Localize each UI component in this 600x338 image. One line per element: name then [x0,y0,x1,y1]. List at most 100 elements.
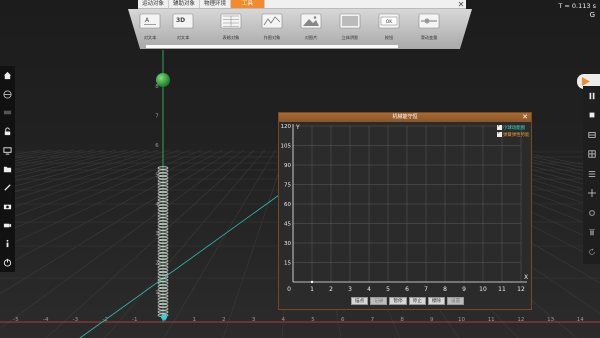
x-axis-tick-label: 9 [430,317,434,323]
x-axis-tick-label: 1 [192,317,196,323]
right-toolbar-button[interactable] [583,86,600,106]
y-tick-label: 60 [284,202,291,208]
folder-icon [3,166,12,172]
y-axis-tick-label: 6 [155,143,159,149]
left-toolbar-button[interactable] [0,235,15,254]
ok-button-icon: OK [378,13,400,29]
y-tick-label: 45 [284,222,291,228]
green-ball[interactable] [156,73,170,87]
x-tick-label: 12 [517,286,525,293]
x-tick-label: 4 [367,286,371,293]
right-toolbar-button[interactable] [583,223,600,243]
ribbon-item-label: 作图对象 [263,35,281,40]
stop-icon [589,112,594,118]
ribbon-item-4[interactable]: 对图片 [292,13,330,41]
x-tick-label: 2 [329,286,333,293]
layers-icon [3,111,12,115]
settings-icon [588,209,595,216]
y-axis-tick-label: 7 [155,114,159,120]
ribbon-item-1[interactable]: 3D 对文本 [164,13,202,41]
camera-icon [3,204,12,210]
ribbon-scrollbar[interactable] [146,45,398,48]
close-icon[interactable]: ✕ [522,113,528,122]
x-tick-label: 7 [424,286,428,293]
x-tick-label: 6 [405,286,409,293]
shadow-box-icon [339,13,361,29]
graph-button[interactable]: 描点 [351,297,369,305]
close-icon[interactable]: ✕ [456,0,466,9]
ribbon-item-5[interactable]: 立体阴影 [331,13,369,41]
video-icon [3,223,12,228]
x-axis-tick-label: 11 [488,317,495,323]
left-toolbar-button[interactable] [0,160,15,179]
text-box-icon: A [139,13,161,29]
ribbon-item-2[interactable]: 表格对象 [212,13,250,41]
x-axis-tick-label: 10 [458,317,465,323]
x-axis-tick-label: 7 [371,317,375,323]
graph-button[interactable]: 暂停 [389,297,407,305]
x-tick-label: 11 [498,286,506,293]
left-toolbar-button[interactable] [0,66,15,85]
right-toolbar-button[interactable] [583,242,600,262]
ribbon-item-label: 按钮 [384,35,394,40]
left-toolbar-button[interactable] [0,141,15,160]
graph-button[interactable]: 停止 [408,297,426,305]
checkbox[interactable] [497,130,502,137]
x-axis-tick-label: -4 [43,317,49,323]
x-axis-tick-label: -3 [73,317,79,323]
x-axis-tick-label: 14 [577,317,584,323]
right-toolbar-button[interactable] [583,164,600,184]
graph-panel[interactable]: 机械能守恒 ✕ 0 1 2 3 4 5 6 7 8 9 10 11 12 15 30 45 60 75 90 105 1… [278,112,532,310]
tab-auxiliary-objects[interactable]: 辅助对象 [169,0,201,8]
left-toolbar [0,66,15,272]
left-toolbar-button[interactable] [0,85,15,104]
pause-icon [589,92,594,99]
y-tick-label: 15 [284,261,291,267]
x-tick-label: 8 [443,286,447,293]
legend-item[interactable]: 小球动能图 [497,123,529,131]
graph-button-row: 描点 记录 暂停 停止 擦除 设置 [351,297,465,305]
unlock-icon [4,127,11,136]
left-toolbar-button[interactable] [0,122,15,141]
graph-button[interactable]: 设置 [447,297,465,305]
right-toolbar-button[interactable] [583,125,600,145]
left-toolbar-button[interactable] [0,103,15,122]
left-toolbar-button[interactable] [0,216,15,235]
ok-label: OK [386,19,394,25]
y-tick-label: 120 [281,124,292,130]
x-axis-label: X [524,274,528,281]
x-axis-tick-label: 4 [282,317,286,323]
right-toolbar-button[interactable] [583,145,600,165]
x-tick-label: 10 [479,286,487,293]
energy-chart: 0 1 2 3 4 5 6 7 8 9 10 11 12153045607590105120XY [281,124,528,293]
tab-physical-environment[interactable]: 物理环境 [200,0,232,8]
x-axis-tick-label: 2 [222,317,226,323]
line-graph-icon [261,13,283,29]
y-tick-label: 30 [284,241,291,247]
ribbon-item-3[interactable]: 作图对象 [253,13,291,41]
move-icon [587,189,596,198]
right-toolbar-button[interactable] [583,184,600,204]
graph-button[interactable]: 擦除 [427,297,446,305]
left-toolbar-button[interactable] [0,197,15,216]
ribbon-item-6[interactable]: OK 按钮 [370,13,408,41]
ribbon-item-7[interactable]: 滑动变量 [410,13,448,41]
left-toolbar-button[interactable] [0,253,15,272]
table-icon [220,13,242,29]
tab-motion-objects[interactable]: 运动对象 [138,0,170,8]
legend-item[interactable]: 弹簧弹性势能 [497,130,529,138]
tab-tools[interactable]: 工具 [231,0,266,8]
right-toolbar-button[interactable] [583,203,600,223]
x-tick-label: 5 [386,286,390,293]
left-toolbar-button[interactable] [0,178,15,197]
right-toolbar-button[interactable] [583,106,600,126]
home-icon [3,71,12,79]
x-axis-tick-label: 8 [400,317,404,323]
graph-title-bar[interactable]: 机械能守恒 ✕ [279,113,531,122]
x-tick-label: 3 [348,286,352,293]
graph-button[interactable]: 记录 [370,297,388,305]
refresh-icon [588,248,595,255]
image-icon [300,13,322,29]
trash-icon [588,229,595,236]
gravity-label[interactable]: G [590,11,595,19]
